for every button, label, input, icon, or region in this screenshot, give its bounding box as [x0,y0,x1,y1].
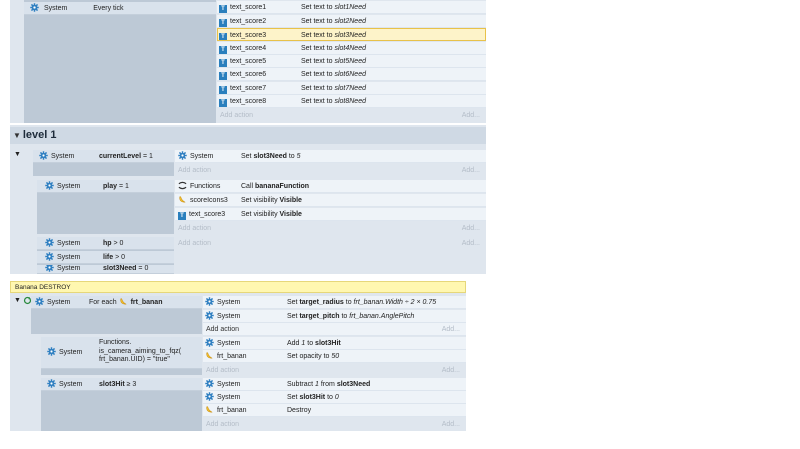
action-row[interactable]: frt_banan Destroy [203,404,466,417]
add-action-row[interactable]: Add action Add... [203,418,466,431]
text-object-icon: T [219,72,227,80]
event-condition[interactable]: System currentLevel = 1 [33,150,174,163]
group-title: level 1 [22,129,57,141]
add-action-row[interactable]: Add action Add... [217,109,486,122]
add-button[interactable]: Add... [462,164,480,177]
action-row[interactable]: frt_banan Set opacity to 50 [203,350,466,363]
banana-sprite-icon [178,195,187,204]
text-object-icon: T [219,99,227,107]
gear-icon [45,265,54,272]
gear-icon [45,252,54,261]
text-object-icon: T [219,5,227,13]
condition-object: System [43,5,68,12]
action-row[interactable]: Ttext_score2 Set text to slot2Need [217,15,486,28]
add-button[interactable]: Add... [462,237,480,250]
text-object-icon: T [219,59,227,67]
text-object-icon: T [219,86,227,94]
action-row[interactable]: Functions Call bananaFunction [175,180,486,193]
action-row[interactable]: Ttext_score1 Set text to slot1Need [217,1,486,14]
action-row[interactable]: System Subtract 1 from slot3Need [203,378,466,391]
gear-icon [205,338,214,347]
top-event-condition-block[interactable] [24,0,216,123]
functions-icon [178,181,187,190]
action-row[interactable]: Ttext_score6 Set text to slot6Need [217,68,486,81]
add-button[interactable]: Add... [462,109,480,122]
action-row[interactable]: System Set target_radius to frt_banan.Wi… [203,296,466,309]
banana-sprite-icon [119,297,128,306]
top-event-condition[interactable]: System Every tick [24,2,216,15]
action-row[interactable]: Ttext_score7 Set text to slot7Need [217,82,486,95]
action-row[interactable]: System Set slot3Hit to 0 [203,391,466,404]
action-row[interactable]: Ttext_score4 Set text to slot4Need [217,42,486,55]
add-action-row[interactable]: Add action Add... [203,323,466,336]
gear-icon [205,392,214,401]
add-button[interactable]: Add... [462,222,480,235]
gear-icon [45,238,54,247]
gear-icon [205,297,214,306]
group-header[interactable]: ▼ level 1 [10,127,486,144]
add-button[interactable]: Add... [442,323,460,335]
action-row[interactable]: System Add 1 to slot3Hit [203,337,466,350]
event-condition[interactable]: System slot3Need = 0 [37,265,174,274]
text-object-icon: T [219,19,227,27]
collapse-arrow-icon[interactable]: ▼ [14,297,21,304]
action-row[interactable]: System Set slot3Need to 5 [175,150,486,163]
gear-icon [30,3,39,12]
gear-icon [47,347,56,356]
action-row[interactable]: Ttext_score8 Set text to slot8Need [217,95,486,108]
action-row[interactable]: Ttext_score3 Set visibility Visible [175,208,486,221]
gear-icon [178,151,187,160]
action-row[interactable]: Ttext_score5 Set text to slot5Need [217,55,486,68]
action-row[interactable]: scoreIcons3 Set visibility Visible [175,194,486,207]
collapse-arrow-icon[interactable]: ▼ [13,131,21,140]
gear-icon [39,151,48,160]
add-action-row[interactable]: Add action Add... [175,237,486,250]
action-row-selected[interactable]: Ttext_score3 Set text to slot3Need [217,28,486,41]
collapse-arrow-icon[interactable]: ▼ [14,151,21,158]
gear-icon [45,181,54,190]
add-action-row[interactable]: Add action Add... [175,222,486,235]
text-object-icon: T [178,212,186,220]
add-action-row[interactable]: Add action Add... [175,164,486,177]
action-row[interactable]: System Set target_pitch to frt_banan.Ang… [203,310,466,323]
condition-text: Every tick [93,5,124,12]
comment-banner[interactable]: Banana DESTROY [10,281,466,293]
add-button[interactable]: Add... [442,418,460,431]
gear-icon [205,311,214,320]
event-condition[interactable]: System slot3Hit ≥ 3 [41,378,202,391]
text-object-icon: T [219,33,227,40]
banana-sprite-icon [205,405,214,414]
event-condition[interactable]: System For each frt_banan [31,296,202,309]
event-condition[interactable]: System Functions. is_camera_aiming_to_fq… [41,337,202,369]
add-action-row[interactable]: Add action Add... [203,364,466,377]
text-object-icon: T [219,46,227,54]
gear-icon [205,379,214,388]
banana-sprite-icon [205,351,214,360]
event-condition[interactable]: System hp > 0 [37,237,174,250]
event-condition[interactable]: System life > 0 [37,251,174,264]
gear-icon [47,379,56,388]
event-condition[interactable]: System play = 1 [37,180,174,193]
add-button[interactable]: Add... [442,364,460,377]
gear-icon [35,297,44,306]
